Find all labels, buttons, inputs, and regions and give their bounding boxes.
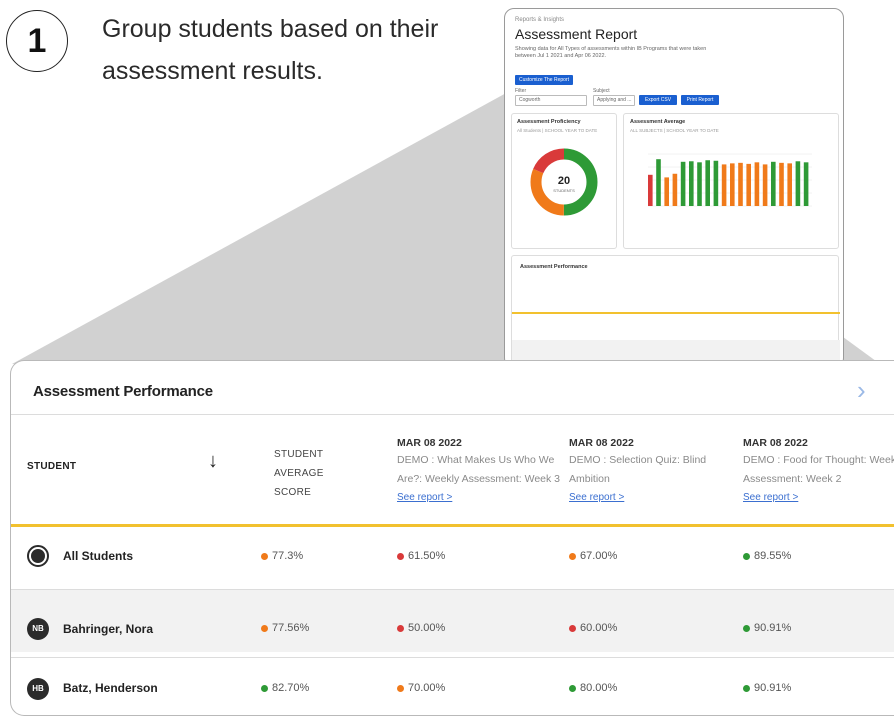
score-status-dot xyxy=(743,552,750,560)
table-row-all-students[interactable]: All Students 77.3% 61.50% 67.00% 89.55% xyxy=(11,527,894,589)
thumb-chart-bar xyxy=(738,162,743,206)
score-status-dot xyxy=(397,624,404,632)
thumb-chart-bar xyxy=(664,177,669,206)
thumb-donut-label: STUDENTS xyxy=(553,188,575,193)
assessment-date: MAR 08 2022 xyxy=(743,437,808,449)
thumb-chart-bar xyxy=(697,162,702,206)
thumb-chart-bar xyxy=(705,160,710,206)
see-report-link[interactable]: See report > xyxy=(569,491,739,505)
avatar: NB xyxy=(27,618,49,640)
avatar: HB xyxy=(27,678,49,700)
thumb-export-button[interactable]: Export CSV xyxy=(639,95,677,105)
thumb-performance-title: Assessment Performance xyxy=(520,264,588,270)
thumb-filter-label: Filter xyxy=(515,88,527,94)
thumb-proficiency-title: Assessment Proficiency xyxy=(517,119,581,125)
thumb-customize-button[interactable]: Customize The Report xyxy=(515,75,573,85)
thumb-chart-bar xyxy=(730,163,735,206)
thumb-average-title: Assessment Average xyxy=(630,119,686,125)
header-divider xyxy=(11,414,894,415)
thumb-chart-bar xyxy=(672,173,678,206)
thumb-gold-line xyxy=(512,312,840,314)
score-status-dot xyxy=(569,624,576,632)
thumb-chart-bar xyxy=(721,164,727,206)
score-status-dot xyxy=(261,684,268,692)
see-report-link[interactable]: See report > xyxy=(397,491,567,505)
thumb-average-panel: Assessment Average ALL SUBJECTS | SCHOOL… xyxy=(623,113,839,249)
table-row[interactable]: NB Bahringer, Nora 77.56% 50.00% 60.00% … xyxy=(11,590,894,652)
average-score: 82.70% xyxy=(261,682,309,694)
assessment-column-1: MAR 08 2022 DEMO : What Makes Us Who We … xyxy=(397,435,567,505)
assessment-score: 90.91% xyxy=(743,682,791,694)
thumb-chart-bar xyxy=(779,162,784,206)
thumb-print-button[interactable]: Print Report xyxy=(681,95,719,105)
student-name: All Students xyxy=(63,549,134,563)
thumb-proficiency-subtitle: All Students | SCHOOL YEAR TO DATE xyxy=(517,128,598,133)
assessment-score: 61.50% xyxy=(397,550,445,562)
thumb-chart-bar xyxy=(656,159,661,206)
student-name: Bahringer, Nora xyxy=(63,622,154,636)
thumb-average-chart xyxy=(648,153,812,207)
report-thumbnail: Reports & Insights Assessment Report Sho… xyxy=(504,8,844,368)
next-chevron-icon[interactable]: › xyxy=(857,375,866,406)
thumb-subject-select[interactable]: Applying and ... xyxy=(593,95,635,106)
average-score: 77.3% xyxy=(261,550,303,562)
assessment-name: DEMO : Food for Thought: Weekly Assessme… xyxy=(743,454,894,485)
thumb-filter-select[interactable]: Cogworth xyxy=(515,95,587,106)
assessment-date: MAR 08 2022 xyxy=(569,437,634,449)
thumb-proficiency-panel: Assessment Proficiency All Students | SC… xyxy=(511,113,617,249)
thumb-chart-bar xyxy=(762,164,768,206)
score-status-dot xyxy=(743,624,750,632)
all-students-avatar-icon xyxy=(27,545,49,567)
assessment-score: 70.00% xyxy=(397,682,445,694)
thumb-performance-panel: Assessment Performance xyxy=(511,255,840,367)
thumb-chart-bar xyxy=(754,162,760,206)
assessment-name: DEMO : What Makes Us Who We Are?: Weekly… xyxy=(397,454,561,485)
thumb-chart-bar xyxy=(713,160,719,206)
score-status-dot xyxy=(569,552,576,560)
thumb-chart-bar xyxy=(795,161,801,206)
assessment-column-3: MAR 08 2022 DEMO : Food for Thought: Wee… xyxy=(743,435,894,505)
thumb-description: Showing data for All Types of assessment… xyxy=(515,46,707,59)
assessment-score: 80.00% xyxy=(569,682,617,694)
column-header-average[interactable]: STUDENT AVERAGE SCORE xyxy=(274,445,354,502)
assessment-score: 67.00% xyxy=(569,550,617,562)
score-status-dot xyxy=(397,684,404,692)
table-row[interactable]: HB Batz, Henderson 82.70% 70.00% 80.00% … xyxy=(11,658,894,715)
score-status-dot xyxy=(397,552,404,560)
score-status-dot xyxy=(261,552,268,560)
score-status-dot xyxy=(743,684,750,692)
thumb-chart-bar xyxy=(680,161,686,206)
score-status-dot xyxy=(261,624,268,632)
assessment-score: 89.55% xyxy=(743,550,791,562)
thumb-chart-bar xyxy=(648,174,653,206)
thumb-chart-bar xyxy=(746,163,751,206)
thumb-donut-value: 20 xyxy=(558,175,570,187)
assessment-name: DEMO : Selection Quiz: Blind Ambition xyxy=(569,454,707,485)
thumb-chart-bar xyxy=(803,162,809,206)
thumb-average-subtitle: ALL SUBJECTS | SCHOOL YEAR TO DATE xyxy=(630,128,719,133)
sort-arrow-down-icon[interactable]: ↓ xyxy=(208,450,218,473)
see-report-link[interactable]: See report > xyxy=(743,491,894,505)
assessment-performance-panel: Assessment Performance › STUDENT ↓ STUDE… xyxy=(10,360,894,716)
thumb-title: Assessment Report xyxy=(515,26,638,42)
assessment-date: MAR 08 2022 xyxy=(397,437,462,449)
assessment-score: 90.91% xyxy=(743,622,791,634)
thumb-breadcrumb: Reports & Insights xyxy=(515,17,565,23)
assessment-score: 50.00% xyxy=(397,622,445,634)
thumb-chart-bar xyxy=(771,161,776,206)
thumb-chart-bar xyxy=(689,161,694,206)
average-score: 77.56% xyxy=(261,622,309,634)
column-header-student[interactable]: STUDENT xyxy=(27,461,76,472)
thumb-subject-label: Subject xyxy=(593,88,610,94)
thumb-proficiency-donut: 20 STUDENTS xyxy=(530,148,598,216)
score-status-dot xyxy=(569,684,576,692)
student-name: Batz, Henderson xyxy=(63,681,158,695)
thumb-chart-bar xyxy=(787,163,792,206)
assessment-column-2: MAR 08 2022 DEMO : Selection Quiz: Blind… xyxy=(569,435,739,505)
panel-title: Assessment Performance xyxy=(33,383,213,400)
assessment-score: 60.00% xyxy=(569,622,617,634)
